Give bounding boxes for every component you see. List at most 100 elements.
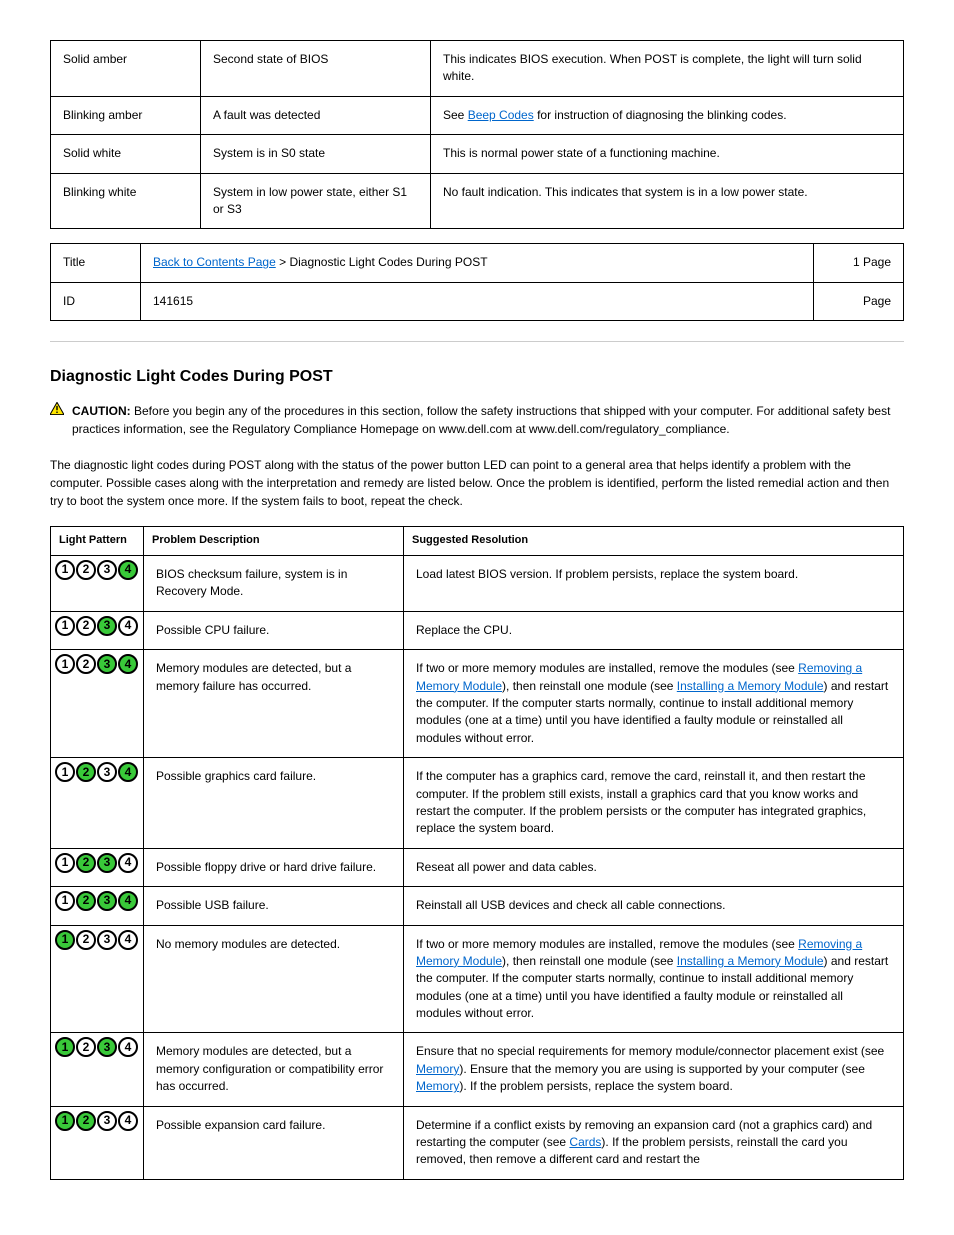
section-divider xyxy=(50,341,904,342)
led-header-pattern: Light Pattern xyxy=(51,527,144,556)
problem-description: Possible expansion card failure. xyxy=(144,1106,404,1179)
led-3-on: 3 xyxy=(97,616,117,636)
led-1-on: 1 xyxy=(55,1037,75,1057)
suggested-resolution: Replace the CPU. xyxy=(404,611,904,649)
led-2-off: 2 xyxy=(76,560,96,580)
led-2-off: 2 xyxy=(76,616,96,636)
suggested-resolution: Reinstall all USB devices and check all … xyxy=(404,887,904,925)
reference-link[interactable]: Memory xyxy=(416,1062,459,1076)
power-light-detail: This is normal power state of a function… xyxy=(431,135,904,173)
led-4-off: 4 xyxy=(118,1111,138,1131)
led-4-off: 4 xyxy=(118,1037,138,1057)
led-2-on: 2 xyxy=(76,891,96,911)
led-3-on: 3 xyxy=(97,853,117,873)
problem-description: Possible graphics card failure. xyxy=(144,758,404,849)
led-2-off: 2 xyxy=(76,1037,96,1057)
nav-title-value: Diagnostic Light Codes During POST xyxy=(289,255,487,269)
led-1-on: 1 xyxy=(55,930,75,950)
light-pattern-cell: 1234 xyxy=(51,848,144,886)
led-3-on: 3 xyxy=(97,1037,117,1057)
table-row: 1234Possible graphics card failure.If th… xyxy=(51,758,904,849)
power-light-detail: This indicates BIOS execution. When POST… xyxy=(431,41,904,97)
led-3-off: 3 xyxy=(97,560,117,580)
led-4-off: 4 xyxy=(118,853,138,873)
led-1-off: 1 xyxy=(55,560,75,580)
suggested-resolution: Load latest BIOS version. If problem per… xyxy=(404,556,904,612)
problem-description: Memory modules are detected, but a memor… xyxy=(144,650,404,758)
caution-label: CAUTION: xyxy=(72,404,131,418)
power-light-meaning: System in low power state, either S1 or … xyxy=(201,173,431,229)
problem-description: Possible CPU failure. xyxy=(144,611,404,649)
nav-id-value: 141615 xyxy=(141,282,814,320)
led-2-off: 2 xyxy=(76,930,96,950)
reference-link[interactable]: Cards xyxy=(569,1135,601,1149)
nav-table: Title Back to Contents Page > Diagnostic… xyxy=(50,243,904,321)
table-row: 1234No memory modules are detected.If tw… xyxy=(51,925,904,1033)
power-light-meaning: Second state of BIOS xyxy=(201,41,431,97)
led-2-on: 2 xyxy=(76,853,96,873)
led-header-desc: Problem Description xyxy=(144,527,404,556)
light-pattern-cell: 1234 xyxy=(51,1033,144,1106)
power-light-meaning: System is in S0 state xyxy=(201,135,431,173)
caution-icon xyxy=(50,402,64,415)
suggested-resolution: If two or more memory modules are instal… xyxy=(404,650,904,758)
light-pattern-cell: 1234 xyxy=(51,650,144,758)
problem-description: No memory modules are detected. xyxy=(144,925,404,1033)
led-3-off: 3 xyxy=(97,930,117,950)
table-row: 1234Possible expansion card failure.Dete… xyxy=(51,1106,904,1179)
led-3-off: 3 xyxy=(97,762,117,782)
suggested-resolution: Reseat all power and data cables. xyxy=(404,848,904,886)
led-header-res: Suggested Resolution xyxy=(404,527,904,556)
light-pattern-cell: 1234 xyxy=(51,611,144,649)
led-1-off: 1 xyxy=(55,616,75,636)
suggested-resolution: If the computer has a graphics card, rem… xyxy=(404,758,904,849)
reference-link[interactable]: Memory xyxy=(416,1079,459,1093)
led-2-on: 2 xyxy=(76,762,96,782)
reference-link[interactable]: Installing a Memory Module xyxy=(677,954,824,968)
power-light-state: Solid white xyxy=(51,135,201,173)
table-row: 1234Possible USB failure.Reinstall all U… xyxy=(51,887,904,925)
power-light-table: Solid amberSecond state of BIOSThis indi… xyxy=(50,40,904,229)
caution-notice: CAUTION: Before you begin any of the pro… xyxy=(50,402,904,438)
reference-link[interactable]: Installing a Memory Module xyxy=(677,679,824,693)
light-pattern-cell: 1234 xyxy=(51,556,144,612)
led-3-on: 3 xyxy=(97,654,117,674)
table-row: 1234Memory modules are detected, but a m… xyxy=(51,1033,904,1106)
led-1-off: 1 xyxy=(55,853,75,873)
led-4-on: 4 xyxy=(118,654,138,674)
beep-codes-link[interactable]: Beep Codes xyxy=(468,108,534,122)
led-3-off: 3 xyxy=(97,1111,117,1131)
suggested-resolution: If two or more memory modules are instal… xyxy=(404,925,904,1033)
led-4-on: 4 xyxy=(118,560,138,580)
led-1-on: 1 xyxy=(55,1111,75,1131)
table-row: 1234Memory modules are detected, but a m… xyxy=(51,650,904,758)
power-light-meaning: A fault was detected xyxy=(201,96,431,134)
light-pattern-cell: 1234 xyxy=(51,925,144,1033)
led-4-on: 4 xyxy=(118,762,138,782)
suggested-resolution: Determine if a conflict exists by removi… xyxy=(404,1106,904,1179)
led-1-off: 1 xyxy=(55,891,75,911)
led-2-off: 2 xyxy=(76,654,96,674)
section-intro: The diagnostic light codes during POST a… xyxy=(50,456,904,510)
power-light-state: Blinking amber xyxy=(51,96,201,134)
nav-title-cell: Back to Contents Page > Diagnostic Light… xyxy=(141,244,814,282)
suggested-resolution: Ensure that no special requirements for … xyxy=(404,1033,904,1106)
led-4-on: 4 xyxy=(118,891,138,911)
back-to-contents-link[interactable]: Back to Contents Page xyxy=(153,255,276,269)
nav-page-label: Page xyxy=(814,282,904,320)
problem-description: Memory modules are detected, but a memor… xyxy=(144,1033,404,1106)
problem-description: Possible USB failure. xyxy=(144,887,404,925)
table-row: 1234Possible CPU failure.Replace the CPU… xyxy=(51,611,904,649)
power-light-detail: No fault indication. This indicates that… xyxy=(431,173,904,229)
led-4-off: 4 xyxy=(118,930,138,950)
led-3-on: 3 xyxy=(97,891,117,911)
power-light-state: Blinking white xyxy=(51,173,201,229)
light-pattern-cell: 1234 xyxy=(51,887,144,925)
table-row: 1234Possible floppy drive or hard drive … xyxy=(51,848,904,886)
light-pattern-cell: 1234 xyxy=(51,758,144,849)
caution-text: Before you begin any of the procedures i… xyxy=(72,404,890,436)
problem-description: Possible floppy drive or hard drive fail… xyxy=(144,848,404,886)
led-1-off: 1 xyxy=(55,654,75,674)
light-pattern-cell: 1234 xyxy=(51,1106,144,1179)
nav-id-label: ID xyxy=(51,282,141,320)
